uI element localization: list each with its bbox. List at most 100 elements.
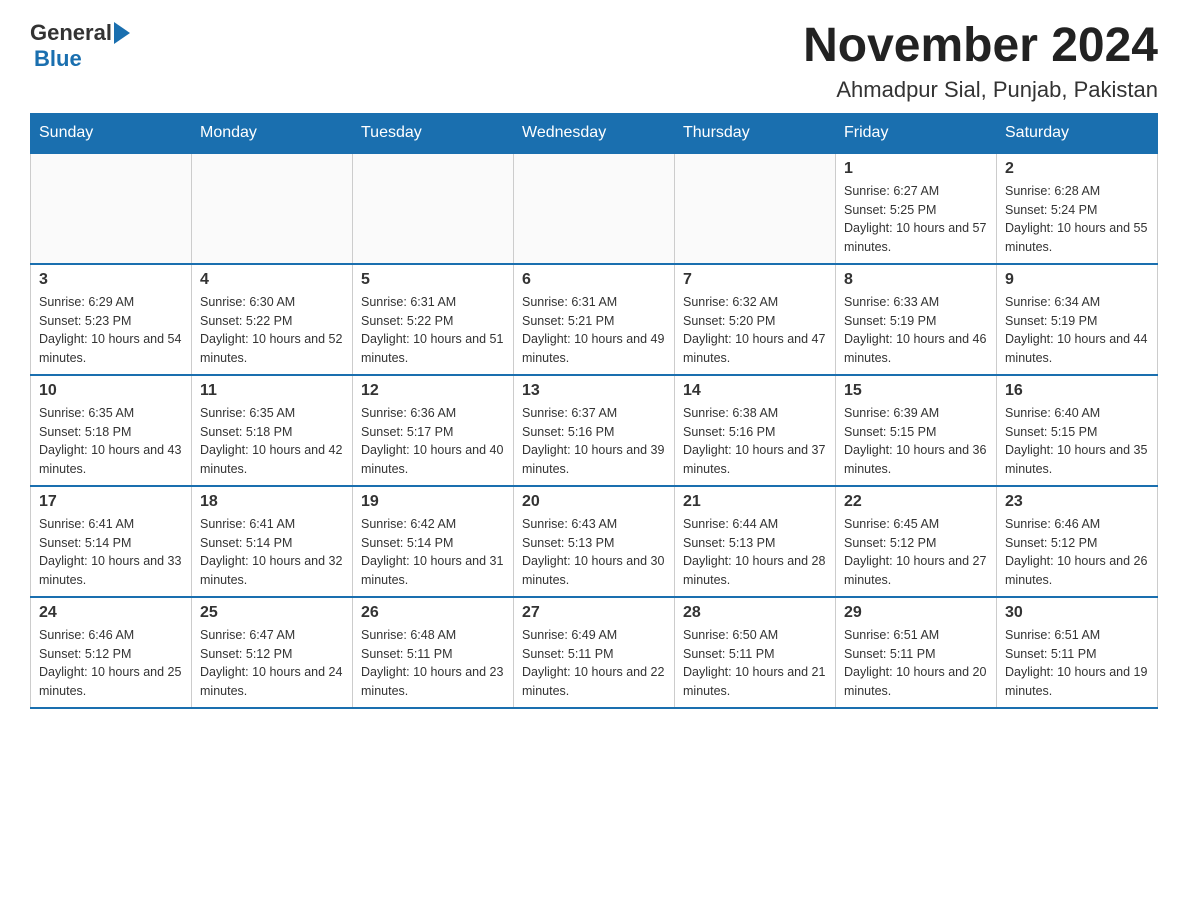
day-number: 21 — [683, 493, 827, 511]
calendar-cell: 4 Sunrise: 6:30 AM Sunset: 5:22 PM Daylig… — [192, 264, 353, 375]
page-header: General Blue November 2024 Ahmadpur Sial… — [30, 20, 1158, 103]
day-number: 13 — [522, 382, 666, 400]
calendar-cell: 10 Sunrise: 6:35 AM Sunset: 5:18 PM Dayli… — [31, 375, 192, 486]
calendar-week-row: 3 Sunrise: 6:29 AM Sunset: 5:23 PM Daylig… — [31, 264, 1158, 375]
day-number: 27 — [522, 604, 666, 622]
calendar-cell: 15 Sunrise: 6:39 AM Sunset: 5:15 PM Dayli… — [836, 375, 997, 486]
day-number: 23 — [1005, 493, 1149, 511]
day-number: 7 — [683, 271, 827, 289]
calendar-cell: 26 Sunrise: 6:48 AM Sunset: 5:11 PM Dayli… — [353, 597, 514, 708]
day-number: 8 — [844, 271, 988, 289]
day-info: Sunrise: 6:32 AM Sunset: 5:20 PM Dayligh… — [683, 293, 827, 368]
day-header-tuesday: Tuesday — [353, 113, 514, 153]
day-number: 16 — [1005, 382, 1149, 400]
calendar-cell: 27Sunrise: 6:49 AM Sunset: 5:11 PM Dayli… — [514, 597, 675, 708]
day-number: 20 — [522, 493, 666, 511]
day-info: Sunrise: 6:42 AM Sunset: 5:14 PM Dayligh… — [361, 515, 505, 590]
day-info: Sunrise: 6:39 AM Sunset: 5:15 PM Dayligh… — [844, 404, 988, 479]
calendar-cell — [192, 153, 353, 264]
day-header-friday: Friday — [836, 113, 997, 153]
day-header-thursday: Thursday — [675, 113, 836, 153]
day-number: 15 — [844, 382, 988, 400]
calendar-cell — [675, 153, 836, 264]
logo-blue-text: Blue — [34, 46, 82, 72]
calendar-cell — [353, 153, 514, 264]
day-number: 18 — [200, 493, 344, 511]
day-number: 3 — [39, 271, 183, 289]
day-info: Sunrise: 6:35 AM Sunset: 5:18 PM Dayligh… — [200, 404, 344, 479]
logo-general-text: General — [30, 20, 112, 46]
calendar-cell — [31, 153, 192, 264]
day-info: Sunrise: 6:44 AM Sunset: 5:13 PM Dayligh… — [683, 515, 827, 590]
day-number: 11 — [200, 382, 344, 400]
day-info: Sunrise: 6:41 AM Sunset: 5:14 PM Dayligh… — [200, 515, 344, 590]
day-number: 26 — [361, 604, 505, 622]
calendar-cell: 20 Sunrise: 6:43 AM Sunset: 5:13 PM Dayli… — [514, 486, 675, 597]
day-info: Sunrise: 6:27 AM Sunset: 5:25 PM Dayligh… — [844, 182, 988, 257]
calendar-week-row: 10 Sunrise: 6:35 AM Sunset: 5:18 PM Dayli… — [31, 375, 1158, 486]
calendar-cell: 23 Sunrise: 6:46 AM Sunset: 5:12 PM Dayli… — [997, 486, 1158, 597]
day-number: 4 — [200, 271, 344, 289]
month-year-title: November 2024 — [803, 20, 1158, 73]
calendar-cell: 21 Sunrise: 6:44 AM Sunset: 5:13 PM Dayli… — [675, 486, 836, 597]
day-info: Sunrise: 6:31 AM Sunset: 5:21 PM Dayligh… — [522, 293, 666, 368]
day-header-sunday: Sunday — [31, 113, 192, 153]
calendar-cell: 2Sunrise: 6:28 AM Sunset: 5:24 PM Daylig… — [997, 153, 1158, 264]
calendar-cell: 12 Sunrise: 6:36 AM Sunset: 5:17 PM Dayli… — [353, 375, 514, 486]
calendar-cell: 8 Sunrise: 6:33 AM Sunset: 5:19 PM Daylig… — [836, 264, 997, 375]
day-number: 12 — [361, 382, 505, 400]
calendar-cell: 19 Sunrise: 6:42 AM Sunset: 5:14 PM Dayli… — [353, 486, 514, 597]
day-info: Sunrise: 6:43 AM Sunset: 5:13 PM Dayligh… — [522, 515, 666, 590]
calendar-cell: 17 Sunrise: 6:41 AM Sunset: 5:14 PM Dayli… — [31, 486, 192, 597]
day-info: Sunrise: 6:29 AM Sunset: 5:23 PM Dayligh… — [39, 293, 183, 368]
day-number: 10 — [39, 382, 183, 400]
calendar-cell: 6 Sunrise: 6:31 AM Sunset: 5:21 PM Daylig… — [514, 264, 675, 375]
calendar-cell: 24 Sunrise: 6:46 AM Sunset: 5:12 PM Dayli… — [31, 597, 192, 708]
day-info: Sunrise: 6:51 AM Sunset: 5:11 PM Dayligh… — [1005, 626, 1149, 701]
day-info: Sunrise: 6:37 AM Sunset: 5:16 PM Dayligh… — [522, 404, 666, 479]
day-number: 6 — [522, 271, 666, 289]
day-info: Sunrise: 6:41 AM Sunset: 5:14 PM Dayligh… — [39, 515, 183, 590]
calendar-cell: 28 Sunrise: 6:50 AM Sunset: 5:11 PM Dayli… — [675, 597, 836, 708]
day-info: Sunrise: 6:45 AM Sunset: 5:12 PM Dayligh… — [844, 515, 988, 590]
calendar-cell: 30 Sunrise: 6:51 AM Sunset: 5:11 PM Dayli… — [997, 597, 1158, 708]
day-number: 2 — [1005, 160, 1149, 178]
calendar-cell: 25Sunrise: 6:47 AM Sunset: 5:12 PM Dayli… — [192, 597, 353, 708]
calendar-cell: 11 Sunrise: 6:35 AM Sunset: 5:18 PM Dayli… — [192, 375, 353, 486]
title-block: November 2024 Ahmadpur Sial, Punjab, Pak… — [803, 20, 1158, 103]
logo-chevron-icon — [114, 22, 130, 44]
day-number: 28 — [683, 604, 827, 622]
day-info: Sunrise: 6:40 AM Sunset: 5:15 PM Dayligh… — [1005, 404, 1149, 479]
calendar-cell: 13 Sunrise: 6:37 AM Sunset: 5:16 PM Dayli… — [514, 375, 675, 486]
day-info: Sunrise: 6:30 AM Sunset: 5:22 PM Dayligh… — [200, 293, 344, 368]
day-number: 17 — [39, 493, 183, 511]
day-info: Sunrise: 6:35 AM Sunset: 5:18 PM Dayligh… — [39, 404, 183, 479]
calendar-week-row: 1Sunrise: 6:27 AM Sunset: 5:25 PM Daylig… — [31, 153, 1158, 264]
day-info: Sunrise: 6:46 AM Sunset: 5:12 PM Dayligh… — [1005, 515, 1149, 590]
day-number: 19 — [361, 493, 505, 511]
day-number: 24 — [39, 604, 183, 622]
calendar-cell: 3 Sunrise: 6:29 AM Sunset: 5:23 PM Daylig… — [31, 264, 192, 375]
calendar-cell: 14Sunrise: 6:38 AM Sunset: 5:16 PM Dayli… — [675, 375, 836, 486]
calendar-week-row: 24 Sunrise: 6:46 AM Sunset: 5:12 PM Dayli… — [31, 597, 1158, 708]
day-info: Sunrise: 6:50 AM Sunset: 5:11 PM Dayligh… — [683, 626, 827, 701]
day-info: Sunrise: 6:36 AM Sunset: 5:17 PM Dayligh… — [361, 404, 505, 479]
logo: General Blue — [30, 20, 130, 72]
day-info: Sunrise: 6:31 AM Sunset: 5:22 PM Dayligh… — [361, 293, 505, 368]
calendar-cell: 9Sunrise: 6:34 AM Sunset: 5:19 PM Daylig… — [997, 264, 1158, 375]
calendar-cell: 29Sunrise: 6:51 AM Sunset: 5:11 PM Dayli… — [836, 597, 997, 708]
day-header-saturday: Saturday — [997, 113, 1158, 153]
day-info: Sunrise: 6:48 AM Sunset: 5:11 PM Dayligh… — [361, 626, 505, 701]
calendar-cell: 22Sunrise: 6:45 AM Sunset: 5:12 PM Dayli… — [836, 486, 997, 597]
day-info: Sunrise: 6:34 AM Sunset: 5:19 PM Dayligh… — [1005, 293, 1149, 368]
day-header-wednesday: Wednesday — [514, 113, 675, 153]
calendar-cell: 1Sunrise: 6:27 AM Sunset: 5:25 PM Daylig… — [836, 153, 997, 264]
calendar-cell: 7 Sunrise: 6:32 AM Sunset: 5:20 PM Daylig… — [675, 264, 836, 375]
day-info: Sunrise: 6:33 AM Sunset: 5:19 PM Dayligh… — [844, 293, 988, 368]
day-number: 5 — [361, 271, 505, 289]
calendar-header-row: SundayMondayTuesdayWednesdayThursdayFrid… — [31, 113, 1158, 153]
day-number: 30 — [1005, 604, 1149, 622]
day-number: 14 — [683, 382, 827, 400]
day-info: Sunrise: 6:46 AM Sunset: 5:12 PM Dayligh… — [39, 626, 183, 701]
day-number: 25 — [200, 604, 344, 622]
